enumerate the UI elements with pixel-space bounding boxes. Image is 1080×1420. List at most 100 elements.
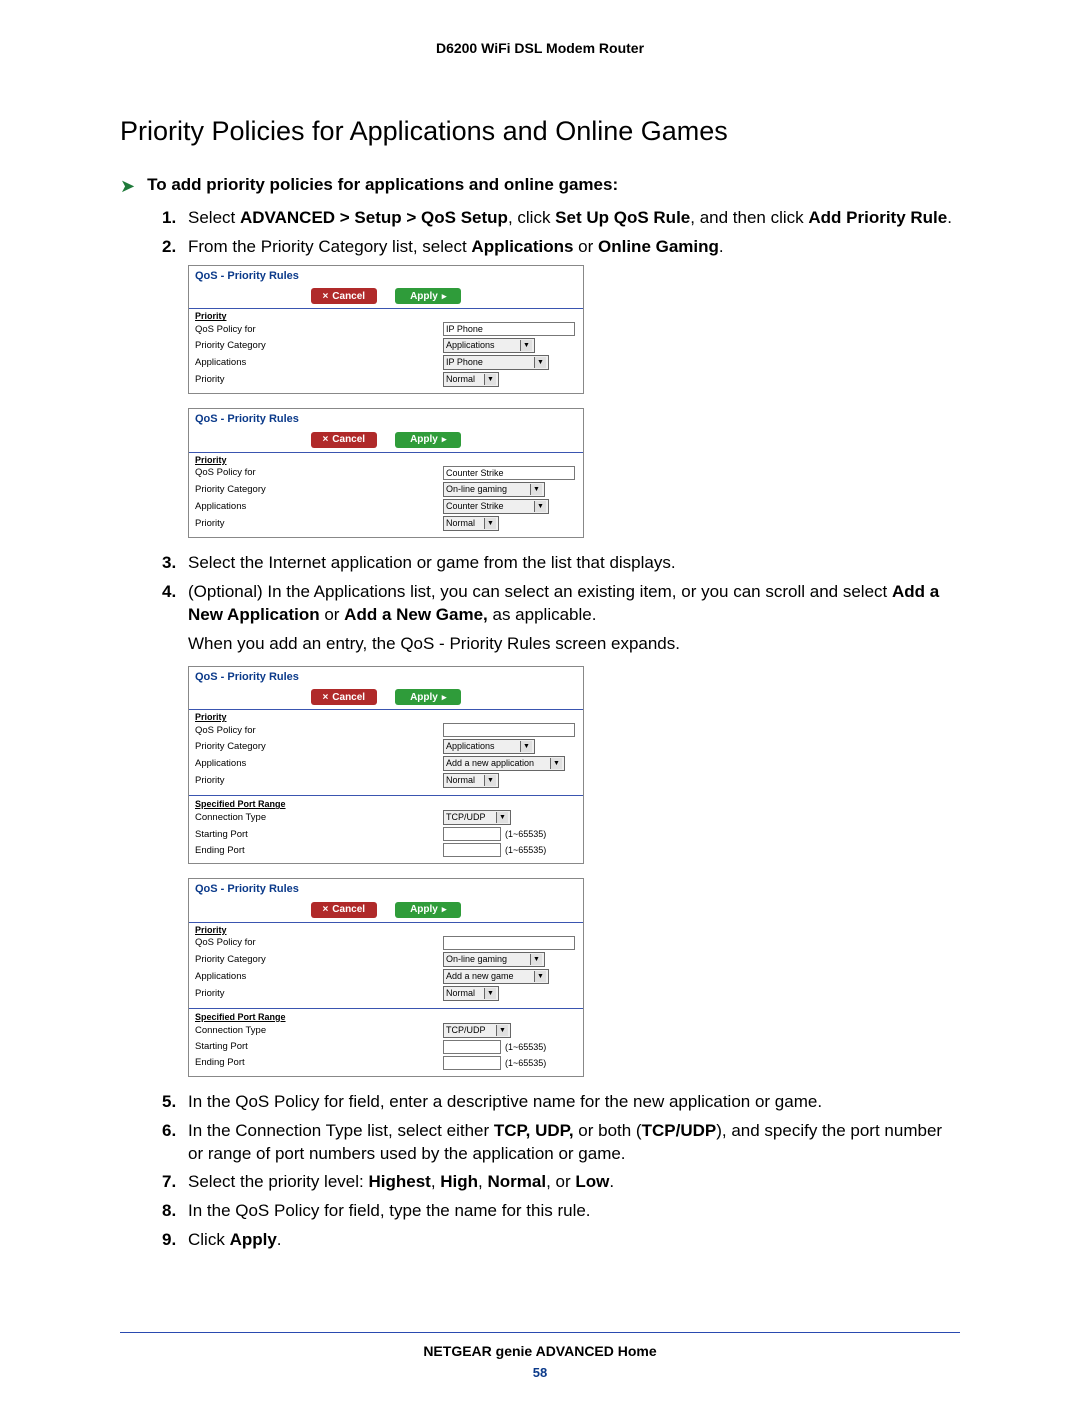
priority-select[interactable]: Normal▼ (443, 372, 499, 387)
start-port-input[interactable] (443, 827, 501, 841)
policy-for-input[interactable] (443, 936, 575, 950)
priority-select[interactable]: Normal ▼ (443, 986, 499, 1001)
close-icon: × (322, 291, 328, 302)
chevron-down-icon: ▼ (496, 812, 508, 823)
document-header: D6200 WiFi DSL Modem Router (120, 40, 960, 56)
applications-select[interactable]: Add a new application ▼ (443, 756, 565, 771)
step-6-text: In the Connection Type list, select eith… (188, 1121, 942, 1163)
t: Select the priority level: (188, 1172, 368, 1191)
label-end-port: Ending Port (195, 845, 443, 856)
t: or (573, 237, 598, 256)
t: Online Gaming (598, 237, 719, 256)
cancel-label: Cancel (332, 692, 365, 703)
t: (Optional) In the Applications list, you… (188, 582, 892, 601)
step-4: 4. (Optional) In the Applications list, … (162, 581, 960, 627)
chevron-down-icon: ▼ (550, 758, 562, 769)
applications-select[interactable]: Add a new game▼ (443, 969, 549, 984)
label-priority: Priority (195, 374, 443, 385)
priority-select[interactable]: Normal ▼ (443, 773, 499, 788)
port-range-subheader: Specified Port Range (189, 1012, 583, 1022)
select-value: Normal (446, 373, 475, 386)
step-5: 5. In the QoS Policy for field, enter a … (162, 1091, 960, 1114)
category-select[interactable]: Applications▼ (443, 338, 535, 353)
apply-button[interactable]: Apply▸ (395, 432, 461, 448)
t: Add Priority Rule (808, 208, 947, 227)
t: . (719, 237, 724, 256)
t: as applicable. (488, 605, 597, 624)
t: Applications (471, 237, 573, 256)
policy-for-input[interactable]: IP Phone (443, 322, 575, 336)
applications-select[interactable]: Counter Strike▼ (443, 499, 549, 514)
policy-for-input[interactable]: Counter Strike (443, 466, 575, 480)
chevron-down-icon: ▼ (534, 357, 546, 368)
label-priority: Priority (195, 988, 443, 999)
chevron-down-icon: ▼ (484, 518, 496, 529)
label-policy-for: QoS Policy for (195, 725, 443, 736)
select-value: Normal (446, 774, 475, 787)
category-select[interactable]: On-line gaming▼ (443, 482, 545, 497)
t: , click (508, 208, 555, 227)
apply-button[interactable]: Apply▸ (395, 288, 461, 304)
button-row: ×Cancel Apply▸ (189, 427, 583, 452)
chevron-down-icon: ▼ (520, 741, 532, 752)
step-2: 2. From the Priority Category list, sele… (162, 236, 960, 259)
priority-subheader: Priority (189, 311, 583, 321)
cancel-label: Cancel (332, 904, 365, 915)
select-value: Normal (446, 987, 475, 1000)
label-category: Priority Category (195, 741, 443, 752)
chevron-down-icon: ▼ (534, 501, 546, 512)
policy-for-input[interactable] (443, 723, 575, 737)
cancel-button[interactable]: × Cancel (311, 689, 377, 705)
close-icon: × (322, 692, 328, 703)
step-9-text: Click Apply. (188, 1230, 282, 1249)
applications-select[interactable]: IP Phone▼ (443, 355, 549, 370)
label-policy-for: QoS Policy for (195, 324, 443, 335)
panel-title: QoS - Priority Rules (189, 667, 583, 685)
label-policy-for: QoS Policy for (195, 467, 443, 478)
t: . (609, 1172, 614, 1191)
cancel-button[interactable]: ×Cancel (311, 288, 377, 304)
footer-title: NETGEAR genie ADVANCED Home (120, 1343, 960, 1359)
chevron-down-icon: ▼ (484, 775, 496, 786)
step-4-subtext: When you add an entry, the QoS - Priorit… (188, 633, 960, 656)
panel-title: QoS - Priority Rules (189, 266, 583, 284)
apply-label: Apply (410, 904, 438, 915)
t: , (478, 1172, 487, 1191)
cancel-label: Cancel (332, 434, 365, 445)
label-priority: Priority (195, 775, 443, 786)
conn-type-select[interactable]: TCP/UDP▼ (443, 810, 511, 825)
priority-select[interactable]: Normal▼ (443, 516, 499, 531)
start-port-input[interactable] (443, 1040, 501, 1054)
step-3-text: Select the Internet application or game … (188, 553, 676, 572)
arrow-icon: ▸ (442, 434, 447, 445)
apply-button[interactable]: Apply▸ (395, 902, 461, 918)
priority-subheader: Priority (189, 712, 583, 722)
cancel-button[interactable]: ×Cancel (311, 902, 377, 918)
label-apps: Applications (195, 501, 443, 512)
apply-label: Apply (410, 692, 438, 703)
apply-button[interactable]: Apply ▸ (395, 689, 461, 705)
select-value: Add a new application (446, 757, 534, 770)
label-conn-type: Connection Type (195, 812, 443, 823)
step-1-text: Select ADVANCED > Setup > QoS Setup, cli… (188, 208, 952, 227)
conn-type-select[interactable]: TCP/UDP▼ (443, 1023, 511, 1038)
end-port-input[interactable] (443, 843, 501, 857)
cancel-button[interactable]: ×Cancel (311, 432, 377, 448)
select-value: TCP/UDP (446, 1024, 486, 1037)
footer-rule (120, 1332, 960, 1333)
chevron-down-icon: ▼ (484, 988, 496, 999)
category-select[interactable]: Applications▼ (443, 739, 535, 754)
t: Highest (368, 1172, 430, 1191)
label-priority: Priority (195, 518, 443, 529)
button-row: ×Cancel Apply▸ (189, 284, 583, 309)
arrow-icon: ▸ (442, 692, 447, 703)
chevron-down-icon: ▼ (520, 340, 532, 351)
t: Low (575, 1172, 609, 1191)
chevron-down-icon: ▼ (530, 954, 542, 965)
t: In the Connection Type list, select eith… (188, 1121, 494, 1140)
end-port-input[interactable] (443, 1056, 501, 1070)
qos-screenshot-gaming: QoS - Priority Rules ×Cancel Apply▸ Prio… (188, 408, 584, 538)
priority-subheader: Priority (189, 455, 583, 465)
section-title: Priority Policies for Applications and O… (120, 116, 960, 147)
category-select[interactable]: On-line gaming▼ (443, 952, 545, 967)
